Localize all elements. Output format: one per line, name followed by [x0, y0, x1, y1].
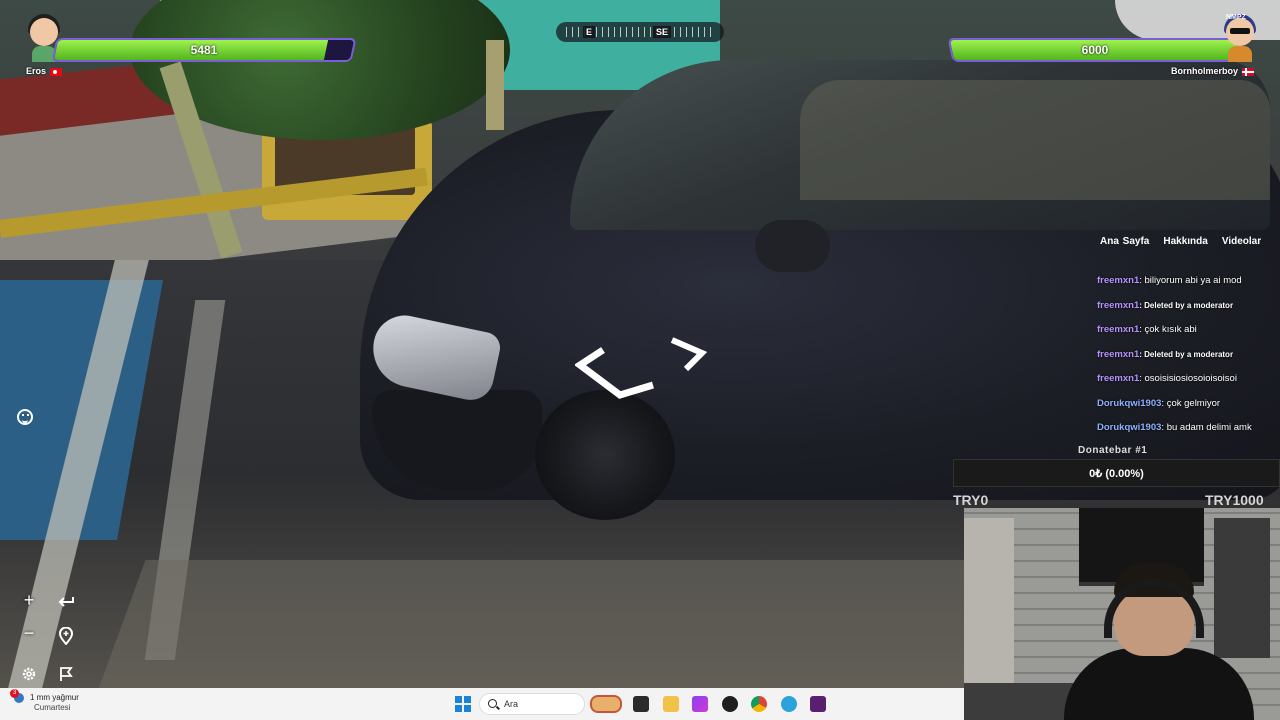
chat-log: freemxn1: biliyorum abi ya ai mod freemx… — [1097, 274, 1280, 446]
chat-text: : bu adam delimi amk — [1161, 422, 1252, 433]
webcam-lamp — [964, 518, 1014, 698]
settings-icon — [22, 667, 36, 681]
terminal-icon[interactable] — [633, 696, 649, 712]
player-left-health-bar: 5481 — [51, 38, 357, 62]
chat-message: freemxn1: Deleted by a moderator — [1097, 299, 1280, 324]
folder-icon[interactable] — [663, 696, 679, 712]
chat-username[interactable]: freemxn1 — [1097, 275, 1139, 286]
chat-text: : çok kısık abi — [1139, 324, 1197, 335]
tab-videos[interactable]: Videolar — [1222, 236, 1261, 247]
obs-icon[interactable] — [722, 696, 738, 712]
player-left-name: Eros — [26, 66, 47, 76]
search-placeholder: Ara — [504, 699, 519, 709]
nmpz-badge: NMPZ — [1226, 14, 1246, 21]
streamer-torso — [1064, 648, 1254, 720]
chat-message: Dorukqwi1903: bu adam delimi amk — [1097, 421, 1280, 446]
windows-taskbar: 3 1 mm yağmur Cumartesi Ara — [0, 688, 964, 720]
settings-button[interactable] — [15, 660, 43, 688]
undo-icon — [58, 597, 74, 607]
widget-icon[interactable] — [590, 695, 622, 713]
undo-button[interactable] — [52, 586, 80, 614]
chat-message: Dorukqwi1903: çok gelmiyor — [1097, 397, 1280, 422]
chat-text: : biliyorum abi ya ai mod — [1139, 275, 1242, 286]
player-left-health-value: 5481 — [190, 43, 218, 57]
webcam-desk — [964, 683, 1074, 720]
channel-tabs: Ana Sayfa Hakkında Videolar — [1100, 236, 1275, 247]
player-right-name-row: Bornholmerboy — [1171, 66, 1254, 76]
player-right-health-value: 6000 — [1081, 43, 1109, 57]
chat-username[interactable]: freemxn1 — [1097, 324, 1139, 335]
chrome-icon[interactable] — [751, 696, 767, 712]
donation-min-label: TRY0 — [953, 492, 989, 508]
weather-widget[interactable]: 3 1 mm yağmur Cumartesi — [10, 689, 79, 713]
bollard-post — [486, 40, 504, 130]
compass-strip: E SE — [556, 22, 724, 42]
flag-button[interactable] — [52, 660, 80, 688]
compass-label-e: E — [583, 26, 596, 38]
tab-home[interactable]: Ana Sayfa — [1100, 236, 1149, 247]
chat-username[interactable]: Dorukqwi1903 — [1097, 398, 1161, 409]
move-forward-arrow-icon[interactable] — [668, 335, 708, 373]
emoji-button[interactable] — [11, 404, 39, 432]
zoom-in-button[interactable]: + — [15, 586, 43, 614]
donation-progress-bar: 0₺ (0.00%) — [953, 459, 1280, 487]
car-mirror — [755, 220, 830, 272]
car-side-window — [800, 80, 1270, 200]
chat-text: : osoisisiosiosoioisoisoi — [1139, 373, 1237, 384]
chat-message: freemxn1: çok kısık abi — [1097, 323, 1280, 348]
weather-text: 1 mm yağmur — [30, 693, 79, 703]
return-to-start-button[interactable] — [52, 622, 80, 650]
player-left-name-row: Eros — [26, 66, 63, 76]
chat-message: freemxn1: Deleted by a moderator — [1097, 348, 1280, 373]
chat-username[interactable]: freemxn1 — [1097, 300, 1139, 311]
chat-message: freemxn1: biliyorum abi ya ai mod — [1097, 274, 1280, 299]
donation-bar-title: Donatebar #1 — [1078, 445, 1148, 456]
chat-username[interactable]: freemxn1 — [1097, 373, 1139, 384]
chat-text: : Deleted by a moderator — [1139, 300, 1234, 310]
denmark-flag-icon — [1242, 67, 1254, 76]
chat-text: : Deleted by a moderator — [1139, 349, 1234, 359]
emoji-icon — [17, 409, 33, 425]
search-icon — [488, 699, 497, 708]
weather-icon: 3 — [10, 689, 24, 703]
move-back-arrow-icon[interactable] — [575, 345, 655, 400]
player-right-avatar: NMPZ — [1220, 12, 1260, 62]
webcam-shelf — [1214, 518, 1270, 658]
player-right-panel: 6000 NMPZ Bornholmerboy — [944, 12, 1264, 76]
donation-max-label: TRY1000 — [1205, 492, 1264, 508]
car-wheel — [535, 390, 675, 520]
notification-badge: 3 — [10, 689, 19, 698]
compass-label-se: SE — [653, 26, 672, 38]
chat-message: freemxn1: osoisisiosiosoioisoisoi — [1097, 372, 1280, 397]
search-box[interactable]: Ara — [479, 693, 585, 715]
turkey-flag-icon — [50, 67, 63, 76]
tab-about[interactable]: Hakkında — [1163, 236, 1207, 247]
start-icon[interactable] — [455, 696, 471, 712]
player-left-panel: 5481 Eros — [24, 12, 357, 76]
sunlit-ground — [94, 560, 1046, 688]
media-icon[interactable] — [692, 696, 708, 712]
telegram-icon[interactable] — [781, 696, 797, 712]
streamer-webcam — [964, 508, 1280, 720]
flag-icon — [60, 667, 73, 681]
game-app-icon[interactable] — [810, 696, 826, 712]
chat-username[interactable]: Dorukqwi1903 — [1097, 422, 1161, 433]
zoom-out-button[interactable]: − — [15, 619, 43, 647]
weather-day: Cumartesi — [34, 703, 71, 713]
donation-progress-value: 0₺ (0.00%) — [1089, 468, 1144, 480]
chat-username[interactable]: freemxn1 — [1097, 349, 1139, 360]
player-right-name: Bornholmerboy — [1170, 66, 1238, 76]
chat-text: : çok gelmiyor — [1161, 397, 1221, 409]
location-pin-icon — [58, 626, 74, 646]
player-right-health-bar: 6000 — [947, 38, 1243, 62]
